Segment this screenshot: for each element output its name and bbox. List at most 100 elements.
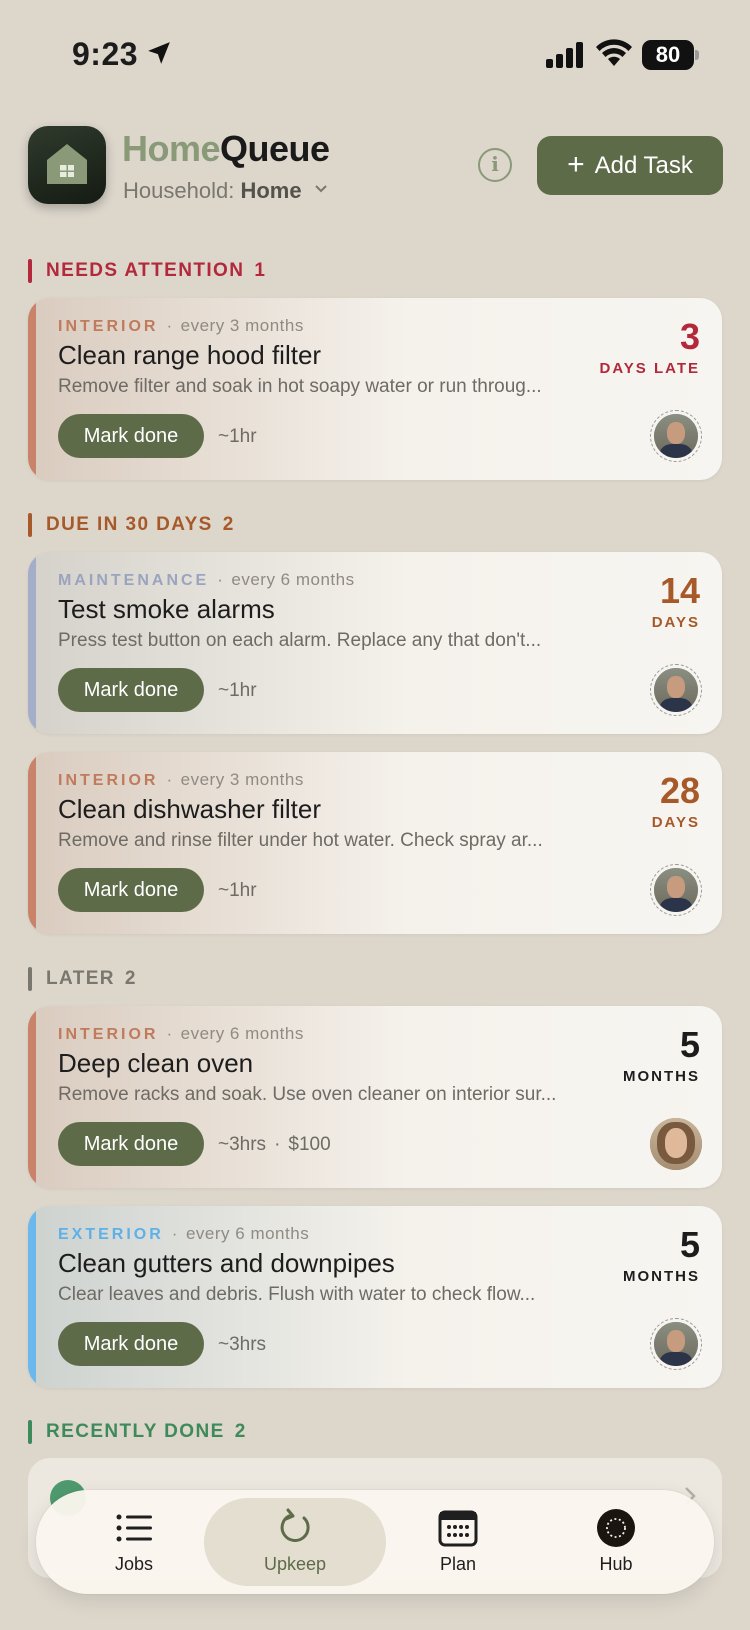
task-description: Remove filter and soak in hot soapy wate… [58, 376, 542, 397]
category-accent-bar [28, 752, 36, 934]
section-count: 1 [254, 260, 267, 281]
list-icon [116, 1514, 152, 1542]
calendar-icon [438, 1510, 478, 1547]
task-category: INTERIOR · every 3 months [58, 316, 304, 335]
task-card[interactable]: INTERIOR · every 6 months Deep clean oven Re… [28, 1006, 722, 1188]
house-icon [47, 144, 87, 184]
add-task-button[interactable]: + Add Task [537, 136, 723, 195]
task-effort: ~1hr [218, 426, 257, 447]
due-unit: DAYS LATE [599, 360, 700, 377]
task-effort: ~3hrs [218, 1334, 267, 1355]
assignee-avatar[interactable] [650, 664, 702, 716]
section-count: 2 [124, 968, 137, 989]
tab-jobs[interactable]: Jobs [54, 1498, 214, 1586]
task-frequency: · every 3 months [166, 316, 304, 335]
assignee-avatar[interactable] [650, 1118, 702, 1170]
tab-bar: Jobs Upkeep Plan Hub [36, 1490, 714, 1594]
task-frequency: · every 3 months [166, 770, 304, 789]
refresh-icon [280, 1508, 310, 1542]
task-effort: ~3hrs · $100 [218, 1134, 331, 1155]
task-effort: ~1hr [218, 880, 257, 901]
signal-icon [546, 42, 583, 68]
tab-upkeep[interactable]: Upkeep [204, 1498, 386, 1586]
section-label: LATER [46, 968, 115, 989]
category-accent-bar [28, 552, 36, 734]
section-later: LATER 2 [28, 966, 137, 992]
task-title: Test smoke alarms [58, 594, 275, 624]
status-time: 9:23 [72, 36, 139, 72]
due-unit: MONTHS [623, 1068, 700, 1085]
tab-label: Hub [599, 1554, 633, 1574]
mark-done-button[interactable]: Mark done [58, 668, 204, 712]
battery-level: 80 [655, 42, 681, 67]
task-title: Deep clean oven [58, 1048, 254, 1078]
mark-done-button[interactable]: Mark done [58, 1322, 204, 1366]
info-icon: i [491, 152, 499, 176]
due-unit: DAYS [651, 614, 700, 631]
task-description: Remove racks and soak. Use oven cleaner … [58, 1084, 557, 1105]
task-title: Clean range hood filter [58, 340, 322, 370]
assignee-avatar[interactable] [650, 1318, 702, 1370]
task-card[interactable]: INTERIOR · every 3 months Clean range hood … [28, 298, 722, 480]
task-category: EXTERIOR · every 6 months [58, 1224, 310, 1243]
task-card[interactable]: EXTERIOR · every 6 months Clean gutters and… [28, 1206, 722, 1388]
task-card[interactable]: INTERIOR · every 3 months Clean dishwasher … [28, 752, 722, 934]
task-frequency: · every 6 months [166, 1024, 304, 1043]
status-bar: 9:23 80 [0, 0, 750, 110]
location-arrow-icon [148, 42, 170, 64]
due-value: 14 [659, 570, 700, 611]
mark-done-button[interactable]: Mark done [58, 868, 204, 912]
section-recently-done: RECENTLY DONE 2 [28, 1419, 247, 1445]
section-label: NEEDS ATTENTION [46, 260, 245, 281]
due-value: 3 [679, 316, 700, 357]
add-task-label: Add Task [594, 151, 693, 179]
section-label: DUE IN 30 DAYS [46, 514, 213, 535]
task-description: Clear leaves and debris. Flush with wate… [58, 1284, 536, 1305]
hub-icon [597, 1509, 635, 1547]
battery-indicator: 80 [642, 40, 699, 70]
plus-icon: + [567, 147, 585, 181]
household-value: Home [240, 178, 302, 203]
task-title: Clean dishwasher filter [58, 794, 322, 824]
due-unit: DAYS [651, 814, 700, 831]
task-category: MAINTENANCE · every 6 months [58, 570, 355, 589]
household-selector[interactable]: Household: Home [123, 178, 328, 204]
wifi-icon [596, 39, 632, 66]
household-label: Household: [123, 178, 235, 203]
category-accent-bar [28, 298, 36, 480]
tab-label: Jobs [114, 1554, 154, 1574]
tab-label: Plan [439, 1554, 477, 1574]
task-cost: $100 [288, 1134, 331, 1155]
task-category: INTERIOR · every 6 months [58, 1024, 304, 1043]
due-unit: MONTHS [623, 1268, 700, 1285]
task-frequency: · every 6 months [171, 1224, 310, 1243]
mark-done-button[interactable]: Mark done [58, 414, 204, 458]
due-value: 5 [679, 1024, 700, 1065]
chevron-down-icon [314, 185, 327, 193]
task-title: Clean gutters and downpipes [58, 1248, 395, 1278]
section-needs-attention: NEEDS ATTENTION 1 [28, 258, 266, 284]
info-button[interactable]: i [478, 148, 512, 182]
due-value: 28 [659, 770, 700, 811]
section-count: 2 [222, 514, 235, 535]
category-accent-bar [28, 1006, 36, 1188]
task-effort: ~1hr [218, 680, 257, 701]
app-logo [28, 126, 106, 204]
app-title: HomeQueue [122, 128, 330, 169]
task-frequency: · every 6 months [217, 570, 355, 589]
tab-label: Upkeep [263, 1554, 327, 1574]
task-description: Remove and rinse filter under hot water.… [58, 830, 543, 851]
tab-plan[interactable]: Plan [378, 1498, 538, 1586]
category-accent-bar [28, 1206, 36, 1388]
section-label: RECENTLY DONE [46, 1421, 225, 1442]
task-category: INTERIOR · every 3 months [58, 770, 304, 789]
section-due-30-days: DUE IN 30 DAYS 2 [28, 512, 235, 538]
tab-hub[interactable]: Hub [536, 1498, 696, 1586]
assignee-avatar[interactable] [650, 864, 702, 916]
task-description: Press test button on each alarm. Replace… [58, 630, 542, 651]
due-value: 5 [679, 1224, 700, 1265]
task-card[interactable]: MAINTENANCE · every 6 months Test smoke ala… [28, 552, 722, 734]
mark-done-button[interactable]: Mark done [58, 1122, 204, 1166]
section-count: 2 [234, 1421, 247, 1442]
assignee-avatar[interactable] [650, 410, 702, 462]
